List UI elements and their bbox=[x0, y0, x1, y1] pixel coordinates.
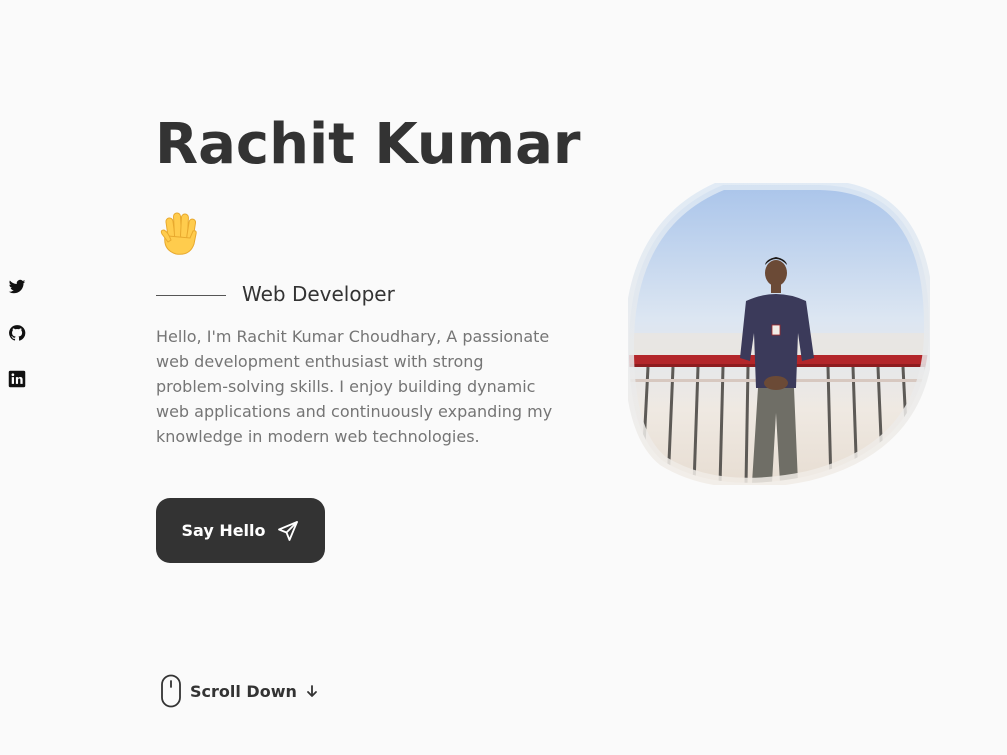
waving-hand-icon bbox=[158, 208, 204, 258]
hero-subtitle: Web Developer bbox=[242, 282, 395, 306]
scroll-down-label: Scroll Down bbox=[190, 681, 297, 701]
twitter-icon bbox=[8, 279, 26, 294]
github-link[interactable] bbox=[8, 324, 28, 344]
say-hello-label: Say Hello bbox=[181, 521, 266, 540]
subtitle-divider bbox=[156, 295, 226, 296]
arrow-down-icon bbox=[306, 685, 317, 697]
linkedin-link[interactable] bbox=[8, 370, 28, 390]
linkedin-icon bbox=[8, 370, 26, 388]
hero-description: Hello, I'm Rachit Kumar Choudhary, A pas… bbox=[156, 327, 553, 446]
say-hello-button[interactable]: Say Hello bbox=[156, 498, 325, 563]
profile-image bbox=[623, 180, 935, 488]
home-page: Rachit Kumar Web Developer Hello, I'm Ra… bbox=[0, 0, 1007, 755]
mouse-icon bbox=[161, 674, 181, 708]
send-icon bbox=[277, 520, 298, 541]
scroll-down-link[interactable]: Scroll Down bbox=[160, 674, 319, 708]
hero-name: Rachit Kumar bbox=[155, 112, 581, 177]
github-icon bbox=[9, 325, 26, 341]
twitter-link[interactable] bbox=[8, 278, 28, 298]
